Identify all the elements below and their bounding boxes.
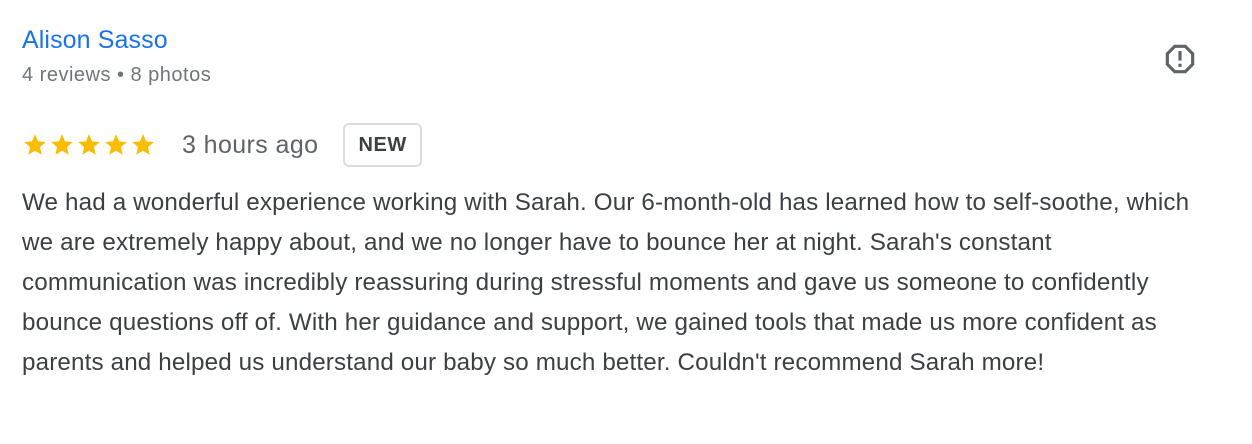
reviewer-name-link[interactable]: Alison Sasso — [22, 22, 168, 58]
star-rating — [22, 132, 156, 158]
photo-count: 8 photos — [130, 64, 212, 86]
review-timestamp: 3 hours ago — [182, 130, 319, 159]
star-icon — [105, 134, 127, 155]
meta-separator: • — [116, 64, 125, 86]
star-icon — [24, 134, 46, 155]
review-text: We had a wonderful experience working wi… — [22, 189, 1190, 376]
report-exclamation-icon — [1165, 44, 1195, 74]
review-header: Alison Sasso 4 reviews • 8 photos — [22, 22, 1222, 90]
review-count: 4 reviews — [22, 64, 111, 86]
star-icon — [132, 134, 154, 155]
rating-row: 3 hours ago NEW — [22, 121, 422, 169]
star-icon — [51, 134, 73, 155]
new-badge: NEW — [343, 123, 422, 167]
report-review-button[interactable] — [1160, 39, 1200, 79]
reviewer-meta: 4 reviews • 8 photos — [22, 60, 1222, 90]
star-icon — [78, 134, 100, 155]
